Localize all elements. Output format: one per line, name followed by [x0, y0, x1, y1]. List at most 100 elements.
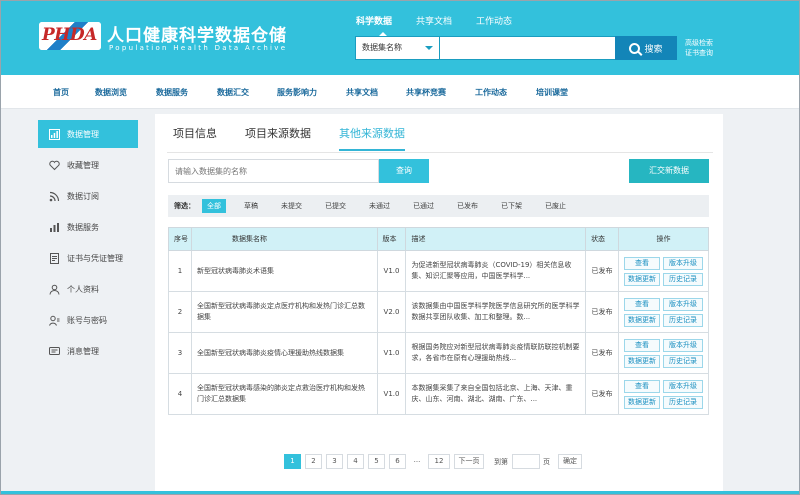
nav-training[interactable]: 培训课堂 [536, 87, 568, 98]
query-button[interactable]: 查询 [379, 159, 429, 183]
message-icon [49, 346, 60, 357]
certificate-query-link[interactable]: 证书查询 [685, 48, 713, 58]
nav-home[interactable]: 首页 [53, 87, 69, 98]
history-button[interactable]: 历史记录 [663, 354, 703, 368]
search-button-label: 搜索 [644, 44, 663, 55]
update-data-button[interactable]: 数据更新 [624, 313, 660, 327]
sidebar-item-label: 数据管理 [67, 129, 99, 139]
next-page-button[interactable]: 下一页 [454, 454, 484, 469]
header-links: 高级检索 证书查询 [685, 38, 713, 58]
sidebar-item-profile[interactable]: 个人资料 [38, 275, 138, 303]
filter-unsubmitted[interactable]: 未提交 [276, 199, 307, 213]
header-no: 序号 [168, 227, 192, 251]
cell-version: V1.0 [376, 332, 407, 374]
chart-grid-icon [49, 128, 60, 140]
search-input[interactable] [442, 39, 612, 57]
tab-project-source-data[interactable]: 项目来源数据 [245, 125, 311, 151]
nav-data-service[interactable]: 数据服务 [156, 87, 188, 98]
nav-share-cup[interactable]: 共享杯竞赛 [406, 87, 446, 98]
page-12[interactable]: 12 [428, 454, 450, 469]
cell-desc: 该数据集由中国医学科学院医学信息研究所的医学科学数据共享团队收集、加工和整理。数… [405, 291, 587, 333]
sidebar-item-certificates[interactable]: 证书与凭证管理 [38, 244, 138, 272]
tab-science-data[interactable]: 科学数据 [356, 14, 392, 27]
sidebar-item-messages[interactable]: 消息管理 [38, 337, 138, 365]
sidebar-item-favorites[interactable]: 收藏管理 [38, 151, 138, 179]
tab-other-source-data[interactable]: 其他来源数据 [339, 125, 405, 151]
dataset-table: 序号 数据集名称 版本 描述 状态 操作 1 新型冠状病毒肺炎术语集 V1.0 … [168, 227, 709, 415]
history-button[interactable]: 历史记录 [663, 395, 703, 409]
filter-rejected[interactable]: 未通过 [364, 199, 395, 213]
advanced-search-link[interactable]: 高级检索 [685, 38, 713, 48]
tab-shared-docs[interactable]: 共享文档 [416, 14, 452, 27]
cell-desc: 本数据集采集了来自全国包括北京、上海、天津、重庆、山东、河南、湖北、湖南、广东、… [405, 373, 587, 415]
desc-text: 该数据集由中国医学科学院医学信息研究所的医学科学数据共享团队收集、加工和整理。数… [411, 302, 580, 321]
page-4[interactable]: 4 [347, 454, 364, 469]
cell-name[interactable]: 全国新型冠状病毒肺炎定点医疗机构和发热门诊汇总数据集 [190, 291, 378, 333]
search-icon [629, 42, 641, 54]
search-box: 数据集名称 [355, 36, 650, 60]
view-button[interactable]: 查看 [624, 297, 660, 311]
cell-name[interactable]: 新型冠状病毒肺炎术语集 [190, 250, 378, 292]
nav-data-browse[interactable]: 数据浏览 [95, 87, 127, 98]
page-6[interactable]: 6 [389, 454, 406, 469]
upgrade-version-button[interactable]: 版本升级 [663, 338, 703, 352]
upgrade-version-button[interactable]: 版本升级 [663, 256, 703, 270]
sidebar-item-label: 数据订阅 [67, 191, 99, 201]
footer-accent-line [1, 491, 799, 494]
filter-abolished[interactable]: 已废止 [540, 199, 571, 213]
rss-icon [49, 191, 60, 202]
submit-new-data-button[interactable]: 汇交新数据 [629, 159, 709, 183]
page-5[interactable]: 5 [368, 454, 385, 469]
header-actions: 操作 [618, 227, 709, 251]
update-data-button[interactable]: 数据更新 [624, 272, 660, 286]
update-data-button[interactable]: 数据更新 [624, 395, 660, 409]
sidebar-item-data-management[interactable]: 数据管理 [38, 120, 138, 148]
logo[interactable]: PHDA [39, 22, 101, 50]
history-button[interactable]: 历史记录 [663, 272, 703, 286]
sidebar-item-label: 数据服务 [67, 222, 99, 232]
tab-project-info[interactable]: 项目信息 [173, 125, 217, 151]
nav-service-impact[interactable]: 服务影响力 [277, 87, 317, 98]
page-1[interactable]: 1 [284, 454, 301, 469]
page-ellipsis: ... [410, 454, 424, 469]
cell-name[interactable]: 全国新型冠状病毒感染的肺炎定点救治医疗机构和发热门诊汇总数据集 [190, 373, 378, 415]
header-name: 数据集名称 [190, 227, 378, 251]
header-status: 状态 [585, 227, 619, 251]
upgrade-version-button[interactable]: 版本升级 [663, 379, 703, 393]
filter-submitted[interactable]: 已提交 [320, 199, 351, 213]
sidebar-item-label: 消息管理 [67, 346, 99, 356]
table-header-row: 序号 数据集名称 版本 描述 状态 操作 [168, 227, 709, 251]
history-button[interactable]: 历史记录 [663, 313, 703, 327]
cell-name[interactable]: 全国新型冠状病毒肺炎疫情心理援助热线数据集 [190, 332, 378, 374]
goto-confirm-button[interactable]: 确定 [558, 454, 582, 469]
filter-draft[interactable]: 草稿 [239, 199, 263, 213]
goto-page-input[interactable] [512, 454, 540, 469]
sidebar-item-subscription[interactable]: 数据订阅 [38, 182, 138, 210]
nav-work-news[interactable]: 工作动态 [475, 87, 507, 98]
sidebar: 数据管理 收藏管理 数据订阅 数据服务 证书与凭证管理 个人资料 账号与密码 消… [38, 120, 138, 368]
cell-version: V2.0 [376, 291, 407, 333]
user-icon [49, 284, 60, 295]
filter-offline[interactable]: 已下架 [496, 199, 527, 213]
tab-work-news[interactable]: 工作动态 [476, 14, 512, 27]
view-button[interactable]: 查看 [624, 379, 660, 393]
view-button[interactable]: 查看 [624, 338, 660, 352]
sidebar-item-data-service[interactable]: 数据服务 [38, 213, 138, 241]
dataset-name-input[interactable] [168, 159, 379, 183]
search-button[interactable]: 搜索 [615, 36, 677, 60]
filter-approved[interactable]: 已通过 [408, 199, 439, 213]
filter-published[interactable]: 已发布 [452, 199, 483, 213]
search-category-select[interactable]: 数据集名称 [356, 37, 440, 59]
cell-actions: 查看 版本升级 数据更新 历史记录 [618, 291, 709, 333]
sidebar-item-account[interactable]: 账号与密码 [38, 306, 138, 334]
nav-shared-docs[interactable]: 共享文档 [346, 87, 378, 98]
update-data-button[interactable]: 数据更新 [624, 354, 660, 368]
nav-data-submit[interactable]: 数据汇交 [217, 87, 249, 98]
filter-all[interactable]: 全部 [202, 199, 226, 213]
upgrade-version-button[interactable]: 版本升级 [663, 297, 703, 311]
page-3[interactable]: 3 [326, 454, 343, 469]
bar-chart-icon [49, 222, 60, 233]
site-subtitle: Population Health Data Archive [109, 44, 288, 52]
view-button[interactable]: 查看 [624, 256, 660, 270]
page-2[interactable]: 2 [305, 454, 322, 469]
